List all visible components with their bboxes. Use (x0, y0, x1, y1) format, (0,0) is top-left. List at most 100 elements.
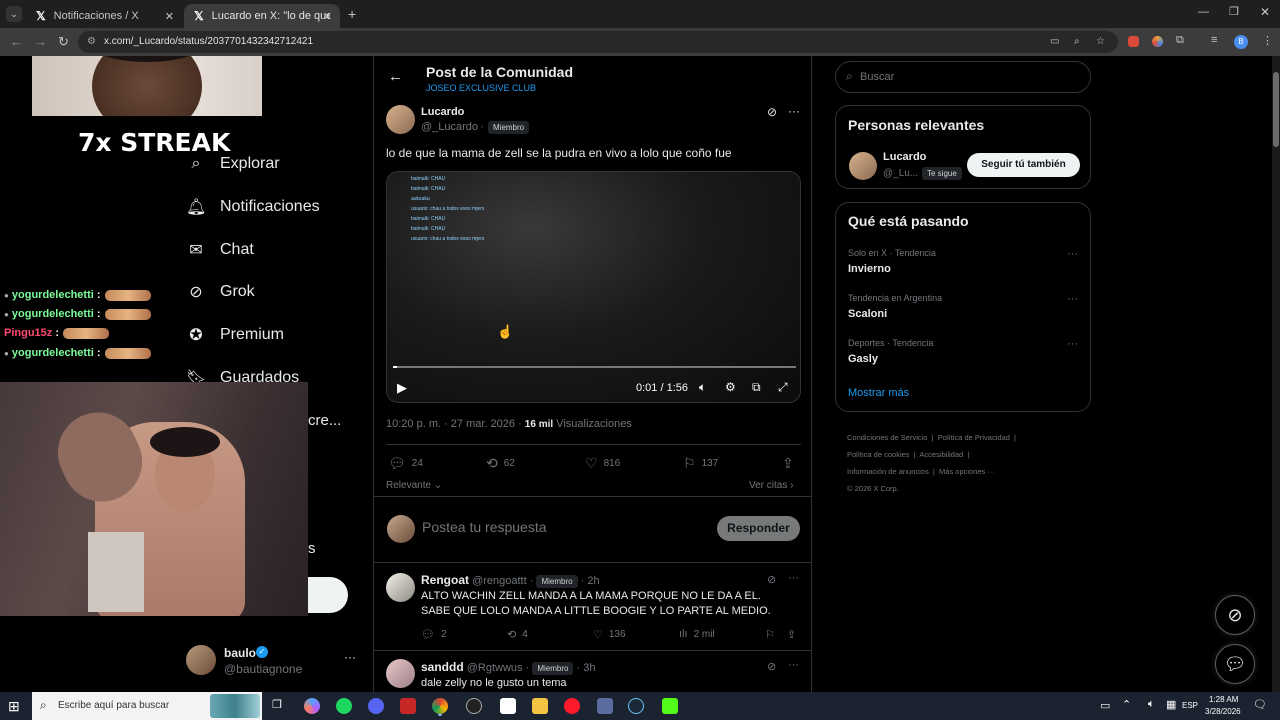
like-button[interactable]: ♡ 136 (593, 628, 626, 641)
notification-tray-icon[interactable]: ▭ (1100, 699, 1110, 712)
reply-button[interactable]: 💬︎ 2 (421, 628, 447, 641)
trend-item[interactable]: Solo en X · Tendencia Invierno ··· (848, 248, 1080, 284)
menu-icon[interactable]: ⋮ (1262, 34, 1273, 47)
reply-author-handle[interactable]: @Rgtwwus (467, 662, 523, 674)
kick-icon[interactable] (662, 698, 678, 714)
spotify-icon[interactable] (336, 698, 352, 714)
reply-input[interactable]: Postea tu respuesta (422, 519, 547, 535)
messages-fab-button[interactable]: 💬︎ (1215, 644, 1255, 684)
footer-link[interactable]: Condiciones de Servicio (847, 433, 927, 442)
profile-avatar-icon[interactable]: B (1234, 35, 1248, 49)
bookmark-star-icon[interactable]: ☆ (1096, 31, 1105, 53)
volume-icon[interactable]: 🔈︎ (699, 380, 706, 395)
close-icon[interactable]: ✕ (165, 10, 174, 23)
show-more-link[interactable]: Mostrar más (848, 387, 909, 399)
more-icon[interactable]: ··· (1067, 248, 1078, 260)
trend-item[interactable]: Deportes · Tendencia Gasly ··· (848, 338, 1080, 374)
extension-icon[interactable] (1128, 36, 1139, 47)
repost-button[interactable]: ⟲ 62 (486, 455, 515, 472)
post-author-name[interactable]: Lucardo (421, 106, 464, 118)
windows-start-icon[interactable]: ⊞ (8, 698, 20, 715)
install-icon[interactable]: ▭ (1050, 31, 1059, 53)
footer-link[interactable]: Información de anuncios (847, 467, 929, 476)
back-icon[interactable]: ← (10, 34, 23, 49)
volume-icon[interactable]: 🔈︎ (1148, 698, 1155, 711)
taskbar-search[interactable]: ⌕ Escribe aquí para buscar (32, 692, 262, 720)
taskbar-time[interactable]: 1:28 AM (1209, 695, 1238, 704)
tab-lucardo-post[interactable]: 𝕏 Lucardo en X: "lo de que la mam ✕ (184, 4, 340, 28)
more-icon[interactable]: ··· (1067, 293, 1078, 305)
reload-icon[interactable]: ↻ (58, 34, 69, 50)
extensions-puzzle-icon[interactable]: ⧉ (1176, 34, 1184, 47)
fullscreen-icon[interactable]: ⤢ (778, 380, 788, 395)
copilot-icon[interactable] (304, 698, 320, 714)
nav-grok[interactable]: ⊘ Grok (186, 278, 254, 306)
more-icon[interactable]: ··· (788, 659, 799, 671)
nav-premium[interactable]: ✪ Premium (186, 321, 284, 349)
community-link[interactable]: JOSEO EXCLUSIVE CLUB (426, 83, 536, 93)
nav-chat[interactable]: ✉ Chat (186, 236, 254, 264)
site-info-icon[interactable]: ⚙ (87, 31, 96, 53)
reply-author-name[interactable]: sanddd (421, 660, 464, 674)
scrollbar-thumb[interactable] (1273, 72, 1279, 147)
close-window-icon[interactable]: ✕ (1260, 5, 1270, 19)
like-button[interactable]: ♡ 816 (585, 455, 620, 472)
grok-explain-icon[interactable]: ⊘ (767, 105, 777, 119)
discord-icon[interactable] (368, 698, 384, 714)
network-icon[interactable]: ▦ (1166, 698, 1176, 711)
address-bar[interactable]: ⚙ x.com/_Lucardo/status/2037701432342712… (78, 31, 1118, 53)
account-switcher[interactable]: baulo ✓ @bautiagnone ··· (186, 644, 366, 678)
media-icon[interactable]: ≡ (1211, 34, 1217, 46)
new-tab-icon[interactable]: + (348, 6, 356, 22)
grok-explain-icon[interactable]: ⊘ (767, 573, 776, 586)
more-icon[interactable]: ··· (344, 650, 356, 664)
avatar[interactable] (386, 659, 415, 688)
video-progress-track[interactable] (393, 366, 796, 368)
file-explorer-icon[interactable] (532, 698, 548, 714)
views-button[interactable]: ılı 2 mil (679, 628, 715, 640)
notification-center-icon[interactable]: 🗨︎ (1253, 698, 1267, 711)
trend-item[interactable]: Tendencia en Argentina Scaloni ··· (848, 293, 1080, 329)
more-icon[interactable]: ··· (788, 572, 799, 584)
page-scrollbar[interactable] (1272, 56, 1280, 692)
app-icon[interactable] (597, 698, 613, 714)
grok-fab-button[interactable]: ⊘ (1215, 595, 1255, 635)
more-icon[interactable]: ··· (1067, 338, 1078, 350)
sort-dropdown[interactable]: Relevante ⌄ (386, 480, 442, 491)
post-timestamp[interactable]: 10:20 p. m. · 27 mar. 2026 · (386, 418, 525, 430)
search-box[interactable]: ⌕ Buscar (835, 61, 1091, 93)
zoom-icon[interactable]: ⌕ (1074, 31, 1080, 53)
forward-icon[interactable]: → (34, 34, 47, 49)
close-icon[interactable]: ✕ (323, 10, 332, 23)
settings-icon[interactable]: ⚙ (725, 380, 736, 394)
grok-explain-icon[interactable]: ⊘ (767, 660, 776, 673)
footer-link[interactable]: Política de Privacidad (938, 433, 1010, 442)
app-icon[interactable] (466, 698, 482, 714)
taskbar-date[interactable]: 3/28/2026 (1205, 707, 1241, 716)
minimize-icon[interactable]: — (1198, 6, 1209, 18)
tab-notificaciones[interactable]: 𝕏 Notificaciones / X ✕ (26, 4, 182, 28)
app-icon[interactable] (400, 698, 416, 714)
footer-link[interactable]: Accesibilidad (919, 450, 963, 459)
relevant-name[interactable]: Lucardo (883, 151, 926, 163)
respond-button[interactable]: Responder (717, 516, 800, 541)
share-button[interactable]: ⇪ (787, 628, 802, 641)
task-view-icon[interactable]: ❐ (272, 698, 288, 714)
language-indicator[interactable]: ESP (1182, 701, 1198, 710)
reply-button[interactable]: 💬︎ 24 (388, 455, 423, 472)
chevron-up-icon[interactable]: ⌃ (1122, 698, 1131, 711)
more-icon[interactable]: ··· (788, 104, 800, 118)
reply-author-name[interactable]: Rengoat (421, 573, 469, 587)
back-arrow-icon[interactable]: ← (388, 68, 403, 85)
opera-icon[interactable] (564, 698, 580, 714)
steam-icon[interactable] (628, 698, 644, 714)
footer-link[interactable]: Más opciones ··· (939, 467, 995, 476)
bookmark-button[interactable]: ⚐ (765, 628, 781, 641)
reply-author-handle[interactable]: @rengoattt (472, 575, 527, 587)
relevant-handle[interactable]: @_Lu... (883, 168, 918, 179)
video-player[interactable]: baimalk: CHAU baimalk: CHAU aukzaku usua… (386, 171, 801, 403)
avatar[interactable] (849, 152, 877, 180)
post-author-handle[interactable]: @_Lucardo (421, 121, 478, 133)
share-button[interactable]: ⇪ (782, 455, 800, 472)
nav-notificaciones[interactable]: 🔔︎ Notificaciones (186, 193, 320, 221)
